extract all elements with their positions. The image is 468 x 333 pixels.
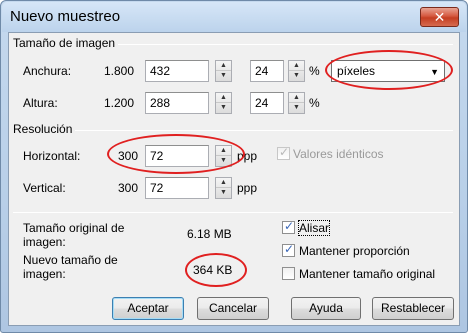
height-label: Altura:: [23, 96, 58, 110]
same-values-label: Valores idénticos: [293, 147, 384, 161]
vertical-original-value: 300: [118, 181, 139, 195]
keep-original-size-checkbox[interactable]: [282, 267, 295, 280]
height-percent-spinner[interactable]: ▲ ▼: [288, 92, 305, 114]
spin-up-icon[interactable]: ▲: [216, 146, 231, 156]
horizontal-resolution-spinner[interactable]: ▲ ▼: [215, 145, 232, 167]
spin-down-icon[interactable]: ▼: [289, 103, 304, 113]
height-percent-input[interactable]: 24: [250, 92, 284, 114]
dropdown-arrow-icon: ▼: [430, 67, 439, 77]
height-spinner[interactable]: ▲ ▼: [215, 92, 232, 114]
spin-down-icon[interactable]: ▼: [289, 71, 304, 81]
vertical-resolution-spinner[interactable]: ▲ ▼: [215, 177, 232, 199]
keep-original-size-label: Mantener tamaño original: [299, 267, 436, 281]
new-size-value: 364 KB: [193, 263, 233, 277]
spin-up-icon[interactable]: ▲: [216, 93, 231, 103]
spin-down-icon[interactable]: ▼: [216, 103, 231, 113]
spin-down-icon[interactable]: ▼: [216, 156, 231, 166]
section-separator: [13, 212, 453, 213]
spin-up-icon[interactable]: ▲: [289, 93, 304, 103]
horizontal-label: Horizontal:: [23, 149, 81, 163]
unit-select[interactable]: píxeles ▼: [331, 60, 445, 82]
title-bar[interactable]: Nuevo muestreo ✕: [2, 2, 466, 32]
ok-button[interactable]: Aceptar: [112, 297, 184, 320]
spin-up-icon[interactable]: ▲: [216, 61, 231, 71]
check-icon: ✓: [284, 219, 295, 233]
close-icon: ✕: [433, 9, 446, 25]
spin-up-icon[interactable]: ▲: [216, 178, 231, 188]
horizontal-resolution-input[interactable]: 72: [145, 145, 209, 167]
check-icon: ✓: [279, 145, 290, 159]
width-spinner[interactable]: ▲ ▼: [215, 60, 232, 82]
keep-ratio-label: Mantener proporción: [299, 244, 410, 258]
smooth-checkbox[interactable]: ✓: [282, 219, 295, 234]
cancel-button[interactable]: Cancelar: [197, 297, 269, 320]
image-size-group-title: Tamaño de imagen: [13, 36, 119, 50]
help-button[interactable]: Ayuda: [291, 297, 361, 320]
width-input[interactable]: 432: [145, 60, 209, 82]
same-values-checkbox[interactable]: ✓: [277, 145, 290, 160]
height-original-value: 1.200: [104, 96, 135, 110]
width-label: Anchura:: [23, 64, 72, 78]
spin-down-icon[interactable]: ▼: [216, 71, 231, 81]
vertical-unit: ppp: [237, 181, 258, 195]
group-separator: [13, 130, 453, 131]
window-title: Nuevo muestreo: [10, 8, 121, 25]
spin-down-icon[interactable]: ▼: [216, 188, 231, 198]
width-original-value: 1.800: [104, 64, 135, 78]
close-button[interactable]: ✕: [420, 7, 459, 27]
vertical-resolution-input[interactable]: 72: [145, 177, 209, 199]
horizontal-original-value: 300: [118, 149, 139, 163]
original-size-value: 6.18 MB: [187, 227, 232, 241]
dialog-client-area: Tamaño de imagen Anchura: 1.800 432 ▲ ▼ …: [8, 32, 460, 326]
unit-select-value: píxeles: [337, 64, 376, 78]
keep-ratio-checkbox[interactable]: ✓: [282, 242, 295, 257]
smooth-label: Alisar: [297, 220, 331, 236]
dialog-window: Nuevo muestreo ✕ Tamaño de imagen Anchur…: [0, 0, 468, 333]
horizontal-unit: ppp: [237, 149, 258, 163]
original-size-label: Tamaño original de imagen:: [23, 221, 125, 249]
width-percent-input[interactable]: 24: [250, 60, 284, 82]
resolution-group-title: Resolución: [13, 122, 76, 136]
spin-up-icon[interactable]: ▲: [289, 61, 304, 71]
vertical-label: Vertical:: [23, 181, 66, 195]
check-icon: ✓: [284, 242, 295, 256]
new-size-label: Nuevo tamaño de imagen:: [23, 253, 118, 281]
width-percent-spinner[interactable]: ▲ ▼: [288, 60, 305, 82]
height-input[interactable]: 288: [145, 92, 209, 114]
width-percent-unit: %: [309, 64, 320, 78]
reset-button[interactable]: Restablecer: [372, 297, 454, 320]
height-percent-unit: %: [309, 96, 320, 110]
